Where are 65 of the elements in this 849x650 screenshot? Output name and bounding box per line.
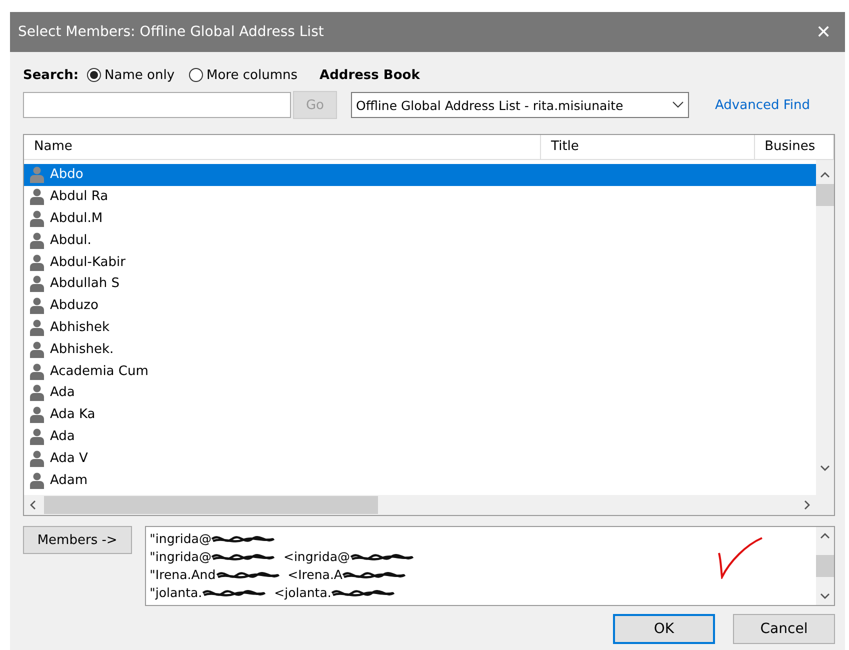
person-icon	[30, 254, 44, 271]
search-field[interactable]	[23, 92, 291, 118]
dialog-button[interactable]: OK	[613, 614, 715, 644]
name-row[interactable]: Academia Cum	[24, 360, 816, 382]
person-icon	[30, 362, 44, 380]
person-icon	[30, 232, 44, 249]
scroll-down-icon[interactable]	[820, 463, 830, 473]
person-icon	[30, 210, 44, 227]
radio-icon[interactable]	[86, 68, 101, 82]
members-button[interactable]: Members ->	[23, 526, 132, 554]
scroll-left-icon[interactable]	[28, 500, 38, 510]
name-row[interactable]: Abdul Ra	[24, 186, 816, 208]
member-text: "Irena.And	[150, 566, 216, 584]
scroll-thumb[interactable]	[44, 496, 378, 514]
scroll-thumb[interactable]	[816, 555, 834, 577]
person-icon	[30, 275, 44, 292]
scroll-down-icon[interactable]	[820, 591, 830, 601]
column-header[interactable]: Title	[541, 135, 755, 159]
name-row[interactable]: Abdul-Kabir	[24, 251, 816, 273]
name-row[interactable]: Abdul.	[24, 229, 816, 252]
person-icon	[30, 340, 44, 358]
search-label: Search:	[23, 68, 79, 82]
member-text: <jolanta.	[274, 584, 332, 602]
person-icon	[30, 406, 44, 424]
name-row[interactable]: Ada	[24, 382, 816, 404]
name-row[interactable]: Abdullah S	[24, 272, 816, 295]
name-row[interactable]: Abhishek.	[24, 338, 816, 360]
member-text: "jolanta.	[150, 584, 202, 602]
person-icon	[30, 318, 44, 336]
members-field[interactable]: "ingrida@ "ingrida@ <ingrida@ "Irena.And <Irena.A "jolanta. <jolanta.	[144, 526, 835, 606]
advanced-find-link[interactable]: Advanced Find	[715, 98, 810, 112]
radio-option[interactable]: More columns	[188, 68, 298, 82]
name-row[interactable]: Abduzo	[24, 294, 816, 317]
person-icon	[30, 428, 44, 445]
close-button[interactable]: ✕	[810, 21, 837, 43]
name-row[interactable]: Ada V	[24, 447, 816, 470]
name-row[interactable]: Ada Ka	[24, 404, 816, 426]
name-row[interactable]: Abdul.M	[24, 208, 816, 230]
address-book-dropdown[interactable]: Offline Global Address List - rita.misiunaite	[351, 92, 689, 118]
dialog-button[interactable]: Cancel	[733, 614, 835, 644]
member-text: "ingrida@	[150, 530, 212, 548]
scroll-right-icon[interactable]	[802, 500, 812, 510]
chevron-icon	[672, 101, 684, 109]
window-title: Select Members: Offline Global Address List	[18, 24, 324, 40]
column-header[interactable]: Busines	[754, 135, 834, 159]
name-row[interactable]: Abhishek	[24, 316, 816, 338]
person-icon	[30, 472, 44, 489]
name-row[interactable]: Abdo	[24, 164, 816, 186]
member-text: "ingrida@	[150, 548, 212, 566]
member-text: <Irena.A	[288, 566, 342, 584]
name-row[interactable]: Ada	[24, 426, 816, 448]
person-icon	[30, 166, 44, 184]
person-icon	[30, 384, 44, 402]
person-icon	[30, 188, 44, 206]
radio-icon[interactable]	[188, 68, 203, 82]
scroll-up-icon[interactable]	[820, 531, 830, 541]
name-row[interactable]: Adam	[24, 469, 816, 491]
radio-option[interactable]: Name only	[86, 68, 175, 82]
scroll-thumb[interactable]	[816, 184, 834, 206]
person-icon	[30, 450, 44, 467]
person-icon	[30, 297, 44, 314]
scroll-up-icon[interactable]	[820, 170, 830, 180]
member-text: <ingrida@	[283, 548, 350, 566]
column-header[interactable]: Name	[24, 135, 542, 159]
address-book-label: Address Book	[320, 68, 420, 82]
